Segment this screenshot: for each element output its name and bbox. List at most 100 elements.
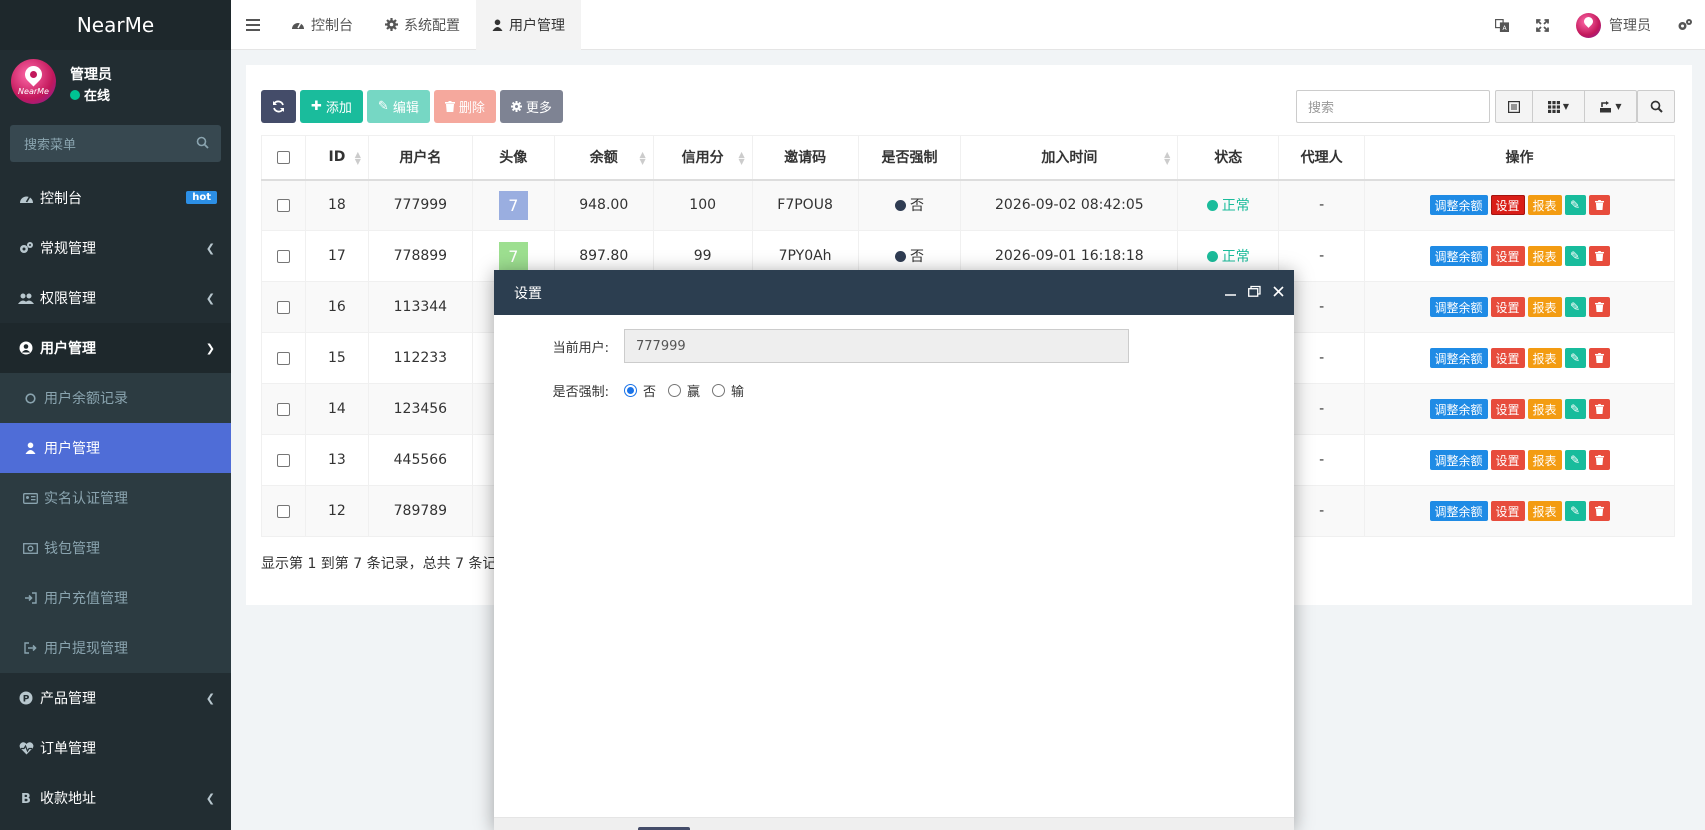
col-credit[interactable]: 信用分 ▲ ▼ [652, 135, 753, 181]
report-button[interactable]: 报表 [1527, 246, 1562, 266]
adjust-balance-button[interactable]: 调整余额 [1429, 450, 1488, 470]
table-search-input[interactable]: 搜索 [1296, 90, 1490, 123]
edit-button[interactable]: ✎ 编辑 [366, 90, 430, 123]
delete-row-button[interactable] [1588, 246, 1610, 266]
row-checkbox[interactable] [276, 249, 290, 263]
edit-row-button[interactable]: ✎ [1564, 195, 1586, 216]
sidebar-item-address[interactable]: B 收款地址 ❮ [0, 773, 231, 823]
row-checkbox[interactable] [276, 504, 290, 518]
refresh-button[interactable] [261, 90, 296, 123]
delete-row-button[interactable] [1588, 450, 1610, 470]
toggle-view-button[interactable] [1495, 90, 1533, 123]
maximize-icon[interactable] [1248, 284, 1261, 298]
report-button[interactable]: 报表 [1527, 297, 1562, 317]
sidebar-item-users[interactable]: 用户管理 [0, 423, 231, 473]
delete-row-button[interactable] [1588, 501, 1610, 521]
row-checkbox[interactable] [276, 300, 290, 314]
report-button[interactable]: 报表 [1527, 501, 1562, 521]
row-checkbox[interactable] [276, 351, 290, 365]
edit-row-button[interactable]: ✎ [1564, 399, 1586, 419]
sidebar-item-label: 用户管理 [44, 441, 100, 457]
translate-button[interactable]: A [1482, 0, 1522, 50]
edit-row-button[interactable]: ✎ [1564, 501, 1586, 521]
close-icon[interactable] [1273, 284, 1284, 298]
adjust-balance-button[interactable]: 调整余额 [1429, 246, 1488, 266]
radio-button[interactable] [624, 384, 637, 397]
more-button[interactable]: 更多 [499, 90, 563, 123]
report-button[interactable]: 报表 [1527, 450, 1562, 470]
delete-row-button[interactable] [1588, 195, 1610, 216]
sidebar-item-dashboard[interactable]: 控制台 hot [0, 173, 231, 223]
row-avatar[interactable]: 7 [498, 190, 528, 220]
settings-button[interactable]: 设置 [1490, 195, 1525, 216]
edit-row-button[interactable]: ✎ [1564, 246, 1586, 266]
report-button[interactable]: 报表 [1527, 348, 1562, 368]
modal-header[interactable]: 设置 [494, 270, 1294, 315]
export-dropdown-button[interactable]: ▼ [1585, 90, 1637, 123]
sidebar-toggle-button[interactable] [231, 0, 275, 50]
adjust-balance-button[interactable]: 调整余额 [1429, 399, 1488, 419]
sidebar-item-balance-log[interactable]: 用户余额记录 [0, 373, 231, 423]
list-icon [1508, 100, 1520, 113]
edit-row-button[interactable]: ✎ [1564, 450, 1586, 470]
forced-option[interactable]: 否 [624, 381, 656, 400]
app-logo[interactable]: NearMe [0, 0, 231, 50]
cell-forced: 否 [857, 179, 962, 231]
delete-row-button[interactable] [1588, 399, 1610, 419]
row-checkbox[interactable] [276, 402, 290, 416]
settings-button[interactable]: 设置 [1490, 501, 1525, 521]
adjust-balance-button[interactable]: 调整余额 [1429, 348, 1488, 368]
search-icon[interactable] [196, 136, 209, 149]
settings-button[interactable]: 设置 [1490, 399, 1525, 419]
settings-button[interactable]: 设置 [1490, 450, 1525, 470]
columns-dropdown-button[interactable]: ▼ [1533, 90, 1585, 123]
row-checkbox[interactable] [276, 198, 290, 212]
settings-button[interactable]: 设置 [1490, 246, 1525, 266]
settings-button[interactable]: 设置 [1490, 348, 1525, 368]
report-button[interactable]: 报表 [1527, 399, 1562, 419]
tab-system-config[interactable]: 系统配置 [369, 0, 476, 50]
tab-user-mgmt[interactable]: 用户管理 [476, 0, 581, 50]
radio-button[interactable] [712, 384, 726, 397]
topbar-user-menu[interactable]: 管理员 [1562, 12, 1665, 38]
cell-text: - [1319, 299, 1325, 315]
adjust-balance-button[interactable]: 调整余额 [1429, 297, 1488, 317]
select-all-checkbox[interactable] [276, 150, 290, 164]
col-id[interactable]: ID ▲ ▼ [304, 135, 369, 181]
sidebar-item-product[interactable]: P 产品管理 ❮ [0, 673, 231, 723]
minimize-icon[interactable] [1225, 284, 1236, 298]
tab-dashboard[interactable]: 控制台 [275, 0, 369, 50]
adjust-balance-button[interactable]: 调整余额 [1429, 195, 1488, 216]
adjust-balance-button[interactable]: 调整余额 [1429, 501, 1488, 521]
table-row[interactable]: 18 777999 7 948.00 100 F7POU8 否 2026-09-02 08:4… [261, 179, 1675, 231]
delete-row-button[interactable] [1588, 348, 1610, 368]
row-checkbox[interactable] [276, 453, 290, 467]
sidebar-item-permission[interactable]: 权限管理 ❮ [0, 273, 231, 323]
settings-button[interactable]: 设置 [1490, 297, 1525, 317]
radio-button[interactable] [668, 384, 682, 397]
delete-button[interactable]: 删除 [433, 90, 496, 123]
col-balance[interactable]: 余额 ▲ ▼ [553, 135, 654, 181]
add-button[interactable]: ✚ 添加 [300, 90, 363, 123]
fullscreen-button[interactable] [1522, 0, 1562, 50]
sidebar-item-recharge[interactable]: 用户充值管理 [0, 573, 231, 623]
sidebar-item-wallet[interactable]: 钱包管理 [0, 523, 231, 573]
report-button[interactable]: 报表 [1527, 195, 1562, 216]
menu-search-input[interactable]: 搜索菜单 [10, 125, 221, 162]
sidebar-item-orders[interactable]: 订单管理 [0, 723, 231, 773]
table-header-row: ID ▲ ▼ 用户名 头像 余额 ▲ ▼ 信用分 ▲ ▼ 邀请码 是否强制 加入时间 ▲ ▼ 状… [261, 135, 1675, 181]
edit-row-button[interactable]: ✎ [1564, 297, 1586, 317]
sidebar-item-withdraw[interactable]: 用户提现管理 [0, 623, 231, 673]
row-avatar[interactable]: 7 [498, 241, 528, 271]
sidebar-item-realname[interactable]: 实名认证管理 [0, 473, 231, 523]
delete-row-button[interactable] [1588, 297, 1610, 317]
sidebar-item-general[interactable]: 常规管理 ❮ [0, 223, 231, 273]
col-joined[interactable]: 加入时间 ▲ ▼ [960, 135, 1179, 181]
forced-option[interactable]: 赢 [668, 381, 700, 400]
settings-button[interactable] [1665, 0, 1705, 50]
current-user-field[interactable]: 777999 [624, 329, 1129, 363]
edit-row-button[interactable]: ✎ [1564, 348, 1586, 368]
search-button[interactable] [1637, 90, 1675, 123]
sidebar-item-user-mgmt[interactable]: 用户管理 ❯ [0, 323, 231, 373]
forced-option[interactable]: 输 [712, 381, 744, 400]
